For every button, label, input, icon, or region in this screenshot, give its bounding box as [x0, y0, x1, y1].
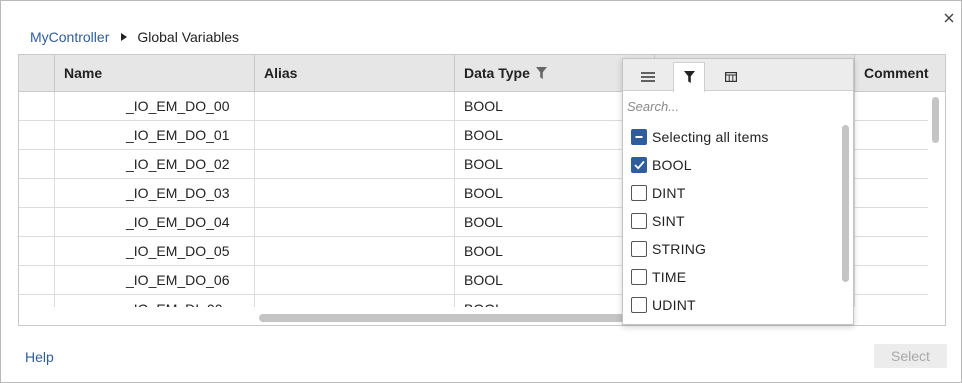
breadcrumb-current: Global Variables: [137, 29, 240, 45]
row-selector[interactable]: [19, 92, 55, 120]
filter-options-list: Selecting all items BOOL DINT SINT STRIN…: [623, 122, 839, 324]
help-link[interactable]: Help: [25, 349, 54, 365]
cell-name: _IO_EM_DO_04: [55, 208, 255, 236]
global-variables-dialog: MyController Global Variables Name Alias…: [0, 0, 962, 383]
cell-name: _IO_EM_DO_02: [55, 150, 255, 178]
header-data-type-label: Data Type: [464, 65, 530, 81]
option-sint[interactable]: SINT: [631, 210, 685, 232]
tab-filter[interactable]: [673, 62, 705, 92]
cell-alias: [255, 179, 455, 207]
cell-name: _IO_EM_DI_00: [55, 295, 255, 307]
option-label: SINT: [652, 213, 685, 229]
option-udint[interactable]: UDINT: [631, 294, 696, 316]
header-alias[interactable]: Alias: [255, 55, 455, 91]
breadcrumb-root-link[interactable]: MyController: [30, 29, 109, 45]
header-name[interactable]: Name: [55, 55, 255, 91]
popup-vertical-scrollbar[interactable]: [842, 125, 849, 282]
option-dint[interactable]: DINT: [631, 182, 685, 204]
unchecked-checkbox-icon[interactable]: [631, 297, 647, 313]
option-label: TIME: [652, 269, 687, 285]
cell-alias: [255, 237, 455, 265]
cell-name: _IO_EM_DO_05: [55, 237, 255, 265]
row-selector[interactable]: [19, 208, 55, 236]
unchecked-checkbox-icon[interactable]: [631, 213, 647, 229]
grid-vertical-scrollbar[interactable]: [932, 97, 939, 143]
option-bool[interactable]: BOOL: [631, 154, 692, 176]
cell-name: _IO_EM_DO_00: [55, 92, 255, 120]
filter-icon[interactable]: [535, 67, 547, 79]
row-selector[interactable]: [19, 295, 55, 307]
header-comment[interactable]: Comment: [855, 55, 945, 91]
option-label: BOOL: [652, 157, 692, 173]
grid-horizontal-scrollbar[interactable]: [259, 314, 625, 322]
option-label: UDINT: [652, 297, 696, 313]
checked-checkbox-icon[interactable]: [631, 157, 647, 173]
row-selector[interactable]: [19, 237, 55, 265]
header-row-selector[interactable]: [19, 55, 55, 91]
header-comment-label: Comment: [864, 65, 929, 81]
cell-alias: [255, 266, 455, 294]
unchecked-checkbox-icon[interactable]: [631, 269, 647, 285]
cell-alias: [255, 150, 455, 178]
cell-name: _IO_EM_DO_06: [55, 266, 255, 294]
cell-name: _IO_EM_DO_03: [55, 179, 255, 207]
header-alias-label: Alias: [264, 65, 298, 81]
tab-columns[interactable]: [715, 62, 747, 91]
row-selector[interactable]: [19, 179, 55, 207]
filter-icon: [683, 70, 695, 86]
option-label: DINT: [652, 185, 686, 201]
option-select-all[interactable]: Selecting all items: [631, 126, 769, 148]
option-label: Selecting all items: [652, 129, 769, 145]
columns-icon: [725, 69, 738, 85]
cell-name: _IO_EM_DO_01: [55, 121, 255, 149]
select-button[interactable]: Select: [874, 344, 947, 368]
cell-alias: [255, 295, 455, 307]
caret-right-icon: [121, 33, 128, 41]
row-selector[interactable]: [19, 121, 55, 149]
breadcrumb: MyController Global Variables: [30, 28, 239, 46]
filter-search-input[interactable]: [627, 95, 845, 117]
cell-alias: [255, 208, 455, 236]
option-string[interactable]: STRING: [631, 238, 706, 260]
popup-tabs: [623, 59, 853, 92]
row-selector[interactable]: [19, 266, 55, 294]
close-icon[interactable]: [941, 10, 957, 26]
option-label: STRING: [652, 241, 707, 257]
unchecked-checkbox-icon[interactable]: [631, 241, 647, 257]
tab-column-menu[interactable]: [632, 62, 664, 91]
option-time[interactable]: TIME: [631, 266, 686, 288]
cell-alias: [255, 92, 455, 120]
column-filter-popup: Selecting all items BOOL DINT SINT STRIN…: [622, 58, 854, 325]
indeterminate-checkbox-icon[interactable]: [631, 129, 647, 145]
cell-alias: [255, 121, 455, 149]
menu-icon: [641, 69, 655, 85]
unchecked-checkbox-icon[interactable]: [631, 185, 647, 201]
row-selector[interactable]: [19, 150, 55, 178]
option-partial[interactable]: [631, 322, 652, 324]
header-name-label: Name: [64, 65, 103, 81]
